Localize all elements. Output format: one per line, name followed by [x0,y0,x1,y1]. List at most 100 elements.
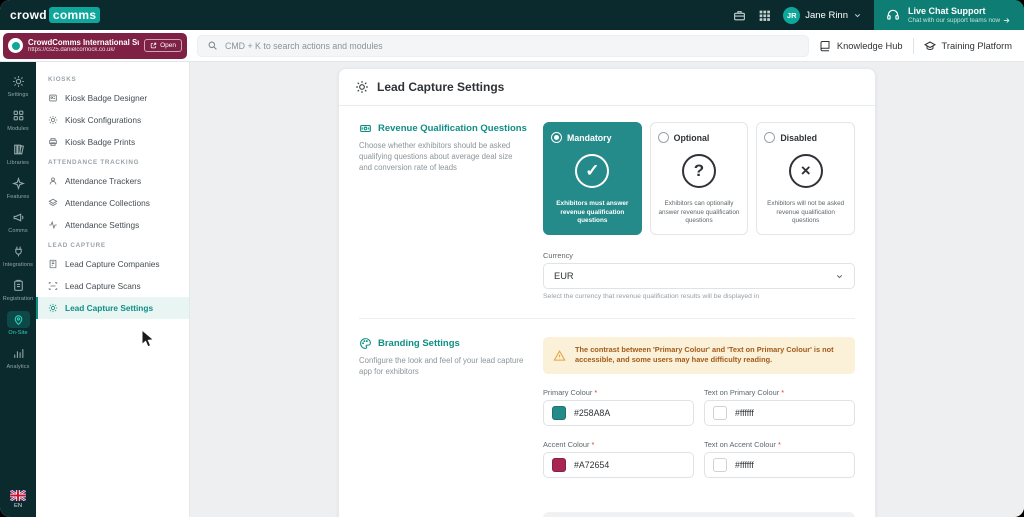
text-on-accent-colour-input[interactable]: #ffffff [704,452,855,478]
sidebar-item-kiosk-configurations[interactable]: Kiosk Configurations [36,109,189,131]
option-header: Optional [658,132,741,143]
open-button-label: Open [160,42,176,49]
rail-item-settings[interactable]: Settings [0,68,36,102]
field-label: Text on Accent Colour * [704,440,855,449]
rail-label: Integrations [3,262,33,268]
option-description: Exhibitors must answer revenue qualifica… [551,200,634,226]
live-chat-banner[interactable]: Live Chat Support Chat with our support … [874,0,1024,30]
rail-item-comms[interactable]: Comms [0,204,36,238]
option-optional[interactable]: Optional ? Exhibitors can optionally ans… [650,122,749,235]
page-title: Lead Capture Settings [377,80,504,94]
option-mandatory[interactable]: Mandatory ✓ Exhibitors must answer reven… [543,122,642,235]
text-on-primary-colour-input[interactable]: #ffffff [704,400,855,426]
printer-icon [48,137,58,147]
live-chat-subtitle: Chat with our support teams now [908,17,1010,24]
branding-section-title: Branding Settings [378,338,460,349]
search-bar[interactable] [197,35,809,57]
sidebar-item-attendance-settings[interactable]: Attendance Settings [36,214,189,236]
settings-card: Lead Capture Settings Revenue Qualificat… [338,68,876,517]
knowledge-hub-label: Knowledge Hub [837,41,903,51]
settings-gear-icon [7,73,30,90]
modules-grid-icon [7,107,30,124]
sidebar-item-label: Lead Capture Settings [65,303,153,313]
option-disabled[interactable]: Disabled × Exhibitors will not be asked … [756,122,855,235]
training-platform-label: Training Platform [942,41,1012,51]
chevron-down-icon [835,272,844,281]
rail-item-modules[interactable]: Modules [0,102,36,136]
briefcase-icon[interactable] [733,9,746,22]
text-on-primary-colour-field: Text on Primary Colour * #ffffff [704,388,855,426]
revenue-section-controls: Mandatory ✓ Exhibitors must answer reven… [543,122,855,300]
accent-colour-input[interactable]: #A72654 [543,452,694,478]
badge-icon [48,93,58,103]
radio-disabled[interactable] [764,132,775,143]
live-chat-text: Live Chat Support Chat with our support … [908,6,1010,24]
sidebar-item-label: Kiosk Badge Prints [65,137,135,147]
primary-colour-input[interactable]: #258A8A [543,400,694,426]
rail-item-analytics[interactable]: Analytics [0,340,36,374]
knowledge-hub-button[interactable]: Knowledge Hub [819,40,903,52]
headset-icon [886,8,900,22]
sidebar-item-label: Lead Capture Companies [65,259,160,269]
colour-hex-value: #258A8A [574,408,610,418]
sub-sidebar: Kiosks Kiosk Badge Designer Kiosk Config… [36,62,190,517]
card-header: Lead Capture Settings [339,69,875,106]
language-switcher[interactable]: EN [10,490,26,509]
currency-select[interactable]: EUR [543,263,855,289]
search-input[interactable] [225,41,799,51]
rail-item-libraries[interactable]: Libraries [0,136,36,170]
option-header: Disabled [764,132,847,143]
colour-hex-value: #ffffff [735,408,754,418]
rail-item-integrations[interactable]: Integrations [0,238,36,272]
location-pin-icon [7,311,30,328]
topbar-actions: JR Jane Rinn Live Chat Support Chat with… [733,0,1024,30]
revenue-section-title: Revenue Qualification Questions [378,123,527,134]
colour-hex-value: #ffffff [735,460,754,470]
training-platform-button[interactable]: Training Platform [924,40,1012,52]
activity-icon [48,220,58,230]
sidebar-item-kiosk-badge-designer[interactable]: Kiosk Badge Designer [36,87,189,109]
rail-item-registration[interactable]: Registration [0,272,36,306]
option-label: Disabled [780,133,817,143]
language-label: EN [14,503,22,509]
apps-grid-icon[interactable] [758,9,771,22]
sidebar-item-lead-capture-settings[interactable]: Lead Capture Settings [36,297,189,319]
revenue-section-info: Revenue Qualification Questions Choose w… [359,122,527,300]
revenue-section-description: Choose whether exhibitors should be aske… [359,141,527,174]
currency-field: Currency EUR Select the currency that re… [543,251,855,300]
radio-optional[interactable] [658,132,669,143]
sidebar-item-attendance-trackers[interactable]: Attendance Trackers [36,170,189,192]
org-switcher[interactable]: CrowdComms International Su... https://c… [3,33,187,59]
sidebar-item-kiosk-badge-prints[interactable]: Kiosk Badge Prints [36,131,189,153]
radio-mandatory[interactable] [551,132,562,143]
colour-hex-value: #A72654 [574,460,609,470]
rail-item-on-site[interactable]: On-Site [0,306,36,340]
branding-section-controls: The contrast between 'Primary Colour' an… [543,337,855,517]
chevron-down-icon [853,11,862,20]
branding-section-description: Configure the look and feel of your lead… [359,356,527,378]
live-chat-subtitle-text: Chat with our support teams now [908,17,1000,24]
option-label: Mandatory [567,133,611,143]
warning-triangle-icon [553,349,566,362]
library-books-icon [7,141,30,158]
section-title-attendance: Attendance Tracking [36,153,189,170]
rail-item-features[interactable]: Features [0,170,36,204]
currency-help-text: Select the currency that revenue qualifi… [543,293,855,300]
open-button[interactable]: Open [144,39,182,52]
clipboard-icon [7,277,30,294]
sparkle-icon [7,175,30,192]
card-body: Revenue Qualification Questions Choose w… [339,106,875,517]
text-on-primary-colour-swatch [713,406,727,420]
primary-colour-field: Primary Colour * #258A8A [543,388,694,426]
color-fields-grid: Primary Colour * #258A8A Text on Primary… [543,388,855,478]
avatar: JR [783,7,800,24]
palette-icon [359,337,372,350]
graduation-cap-icon [924,40,936,52]
user-menu[interactable]: JR Jane Rinn [783,7,862,24]
sidebar-item-lead-capture-companies[interactable]: Lead Capture Companies [36,253,189,275]
sidebar-item-attendance-collections[interactable]: Attendance Collections [36,192,189,214]
x-circle-icon: × [789,154,823,188]
sidebar-item-lead-capture-scans[interactable]: Lead Capture Scans [36,275,189,297]
revenue-section: Revenue Qualification Questions Choose w… [359,122,855,300]
field-label: Primary Colour * [543,388,694,397]
